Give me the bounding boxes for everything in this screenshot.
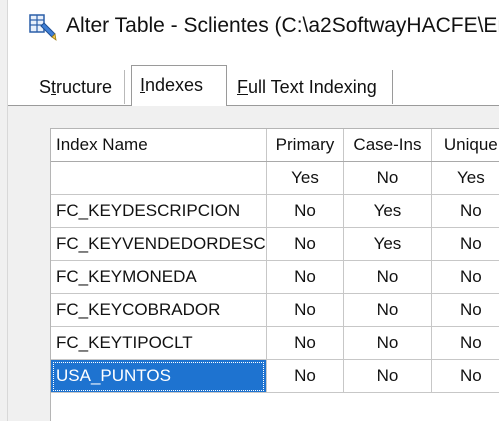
- index-name-cell[interactable]: FC_KEYCOBRADOR: [51, 293, 267, 327]
- tab-structure-label-post: ructure: [56, 77, 113, 97]
- table-row[interactable]: FC_KEYTIPOCLT No No No: [51, 326, 499, 360]
- unique-cell[interactable]: No: [431, 293, 499, 327]
- primary-cell[interactable]: No: [266, 227, 345, 261]
- index-name-cell[interactable]: [51, 161, 267, 195]
- column-header-unique[interactable]: Unique: [431, 129, 499, 162]
- primary-cell[interactable]: No: [266, 194, 345, 228]
- case-ins-cell[interactable]: No: [343, 359, 432, 393]
- table-row[interactable]: FC_KEYDESCRIPCION No Yes No: [51, 194, 499, 228]
- case-ins-cell[interactable]: No: [343, 326, 432, 360]
- primary-cell[interactable]: No: [266, 260, 345, 294]
- unique-cell[interactable]: No: [431, 359, 499, 393]
- tab-fulltext-label-post: ull Text Indexing: [248, 77, 377, 97]
- case-ins-cell[interactable]: No: [343, 293, 432, 327]
- primary-cell[interactable]: No: [266, 359, 345, 393]
- index-name-cell[interactable]: FC_KEYVENDEDORDESC: [51, 227, 267, 261]
- column-header-primary[interactable]: Primary: [266, 129, 345, 162]
- primary-cell[interactable]: No: [266, 326, 345, 360]
- unique-cell[interactable]: No: [431, 260, 499, 294]
- index-name-cell[interactable]: FC_KEYMONEDA: [51, 260, 267, 294]
- alter-table-window: Alter Table - Sclientes (C:\a2SoftwayHAC…: [0, 0, 499, 421]
- indexes-table: Index Name Primary Case-Ins Unique Yes N…: [51, 129, 499, 393]
- index-name-cell-selected[interactable]: USA_PUNTOS: [51, 359, 267, 393]
- table-row[interactable]: FC_KEYCOBRADOR No No No: [51, 293, 499, 327]
- indexes-grid[interactable]: Index Name Primary Case-Ins Unique Yes N…: [50, 128, 499, 421]
- tab-indexes[interactable]: Indexes: [131, 65, 227, 106]
- unique-cell[interactable]: No: [431, 194, 499, 228]
- unique-cell[interactable]: No: [431, 227, 499, 261]
- table-row[interactable]: FC_KEYMONEDA No No No: [51, 260, 499, 294]
- table-row[interactable]: Yes No Yes: [51, 161, 499, 195]
- case-ins-cell[interactable]: No: [343, 161, 432, 195]
- column-header-case-ins[interactable]: Case-Ins: [343, 129, 432, 162]
- tab-indexes-label-post: ndexes: [145, 75, 204, 95]
- column-header-index-name[interactable]: Index Name: [51, 129, 267, 162]
- tab-strip: Structure Indexes Full Text Indexing: [8, 52, 499, 106]
- tab-full-text-indexing[interactable]: Full Text Indexing: [229, 70, 393, 104]
- case-ins-cell[interactable]: No: [343, 260, 432, 294]
- primary-cell[interactable]: Yes: [266, 161, 345, 195]
- index-name-cell[interactable]: FC_KEYTIPOCLT: [51, 326, 267, 360]
- table-row[interactable]: FC_KEYVENDEDORDESC No Yes No: [51, 227, 499, 261]
- tab-fulltext-accelerator: F: [237, 77, 248, 97]
- grid-header-row: Index Name Primary Case-Ins Unique: [51, 129, 499, 162]
- tab-structure[interactable]: Structure: [31, 70, 125, 104]
- index-name-cell[interactable]: FC_KEYDESCRIPCION: [51, 194, 267, 228]
- window-left-border: [0, 0, 8, 421]
- unique-cell[interactable]: No: [431, 326, 499, 360]
- tab-structure-label-pre: S: [39, 77, 52, 97]
- window-title: Alter Table - Sclientes (C:\a2SoftwayHAC…: [66, 14, 499, 37]
- indexes-tab-panel: Index Name Primary Case-Ins Unique Yes N…: [8, 105, 499, 421]
- primary-cell[interactable]: No: [266, 293, 345, 327]
- unique-cell[interactable]: Yes: [431, 161, 499, 195]
- case-ins-cell[interactable]: Yes: [343, 194, 432, 228]
- case-ins-cell[interactable]: Yes: [343, 227, 432, 261]
- title-bar[interactable]: Alter Table - Sclientes (C:\a2SoftwayHAC…: [8, 0, 499, 52]
- table-edit-icon: [29, 14, 57, 41]
- table-row-selected[interactable]: USA_PUNTOS No No No: [51, 359, 499, 393]
